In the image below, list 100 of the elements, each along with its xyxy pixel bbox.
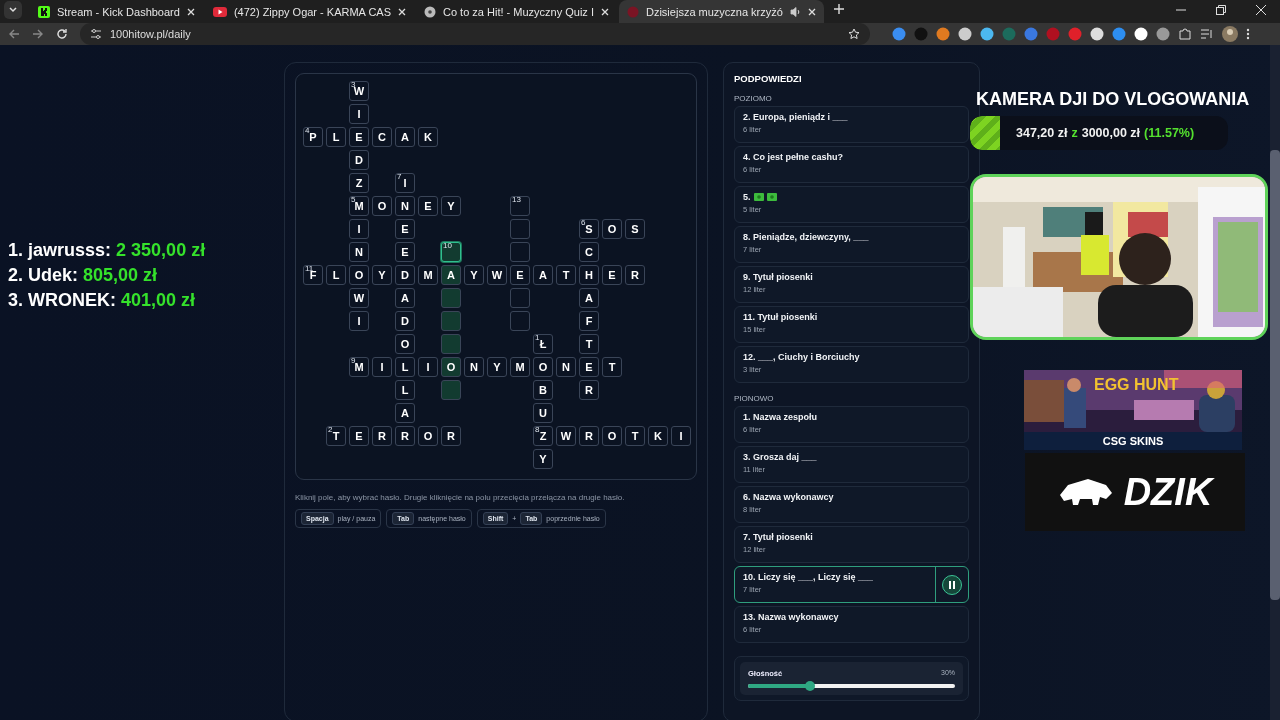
crossword-cell[interactable]: [441, 311, 461, 331]
crossword-cell[interactable]: Y: [441, 196, 461, 216]
playlist-icon: [1200, 28, 1214, 40]
crossword-cell[interactable]: O: [349, 265, 369, 285]
crossword-cell[interactable]: [510, 242, 530, 262]
crossword-cell[interactable]: [441, 380, 461, 400]
crossword-cell[interactable]: I: [349, 311, 369, 331]
crossword-cell[interactable]: E: [602, 265, 622, 285]
crossword-cell[interactable]: R: [579, 380, 599, 400]
crossword-cell[interactable]: O: [602, 219, 622, 239]
crossword-cell[interactable]: [441, 288, 461, 308]
crossword-cell[interactable]: L: [326, 127, 346, 147]
crossword-cell[interactable]: [510, 288, 530, 308]
crossword-cell[interactable]: L: [326, 265, 346, 285]
crossword-cell[interactable]: I: [349, 104, 369, 124]
crossword-cell[interactable]: T: [602, 357, 622, 377]
crossword-cell[interactable]: [510, 311, 530, 331]
banknote-icon: [766, 193, 777, 201]
crossword-cell[interactable]: T: [556, 265, 576, 285]
browser-tab[interactable]: Co to za Hit! - Muzyczny Quiz I: [416, 0, 617, 23]
crossword-cell[interactable]: A: [395, 127, 415, 147]
crossword-cell[interactable]: O: [602, 426, 622, 446]
crossword-cell[interactable]: E: [395, 242, 415, 262]
crossword-cell[interactable]: A: [395, 288, 415, 308]
crossword-cell[interactable]: L: [395, 357, 415, 377]
crossword-cell[interactable]: R: [579, 426, 599, 446]
crossword-cell[interactable]: R: [625, 265, 645, 285]
site-settings-icon: [90, 28, 102, 40]
crossword-cell[interactable]: O: [395, 334, 415, 354]
slider-thumb[interactable]: [805, 681, 816, 691]
crossword-cell[interactable]: R: [441, 426, 461, 446]
crossword-cell[interactable]: S: [625, 219, 645, 239]
crossword-cell[interactable]: E: [510, 265, 530, 285]
crossword-cell[interactable]: O: [372, 196, 392, 216]
crossword-cell[interactable]: Y: [487, 357, 507, 377]
crossword-cell[interactable]: D: [395, 265, 415, 285]
crossword-cell[interactable]: C: [372, 127, 392, 147]
crossword-cell[interactable]: Y: [372, 265, 392, 285]
crossword-cell[interactable]: A: [579, 288, 599, 308]
crossword-cell[interactable]: H: [579, 265, 599, 285]
close-icon: [807, 7, 816, 16]
crossword-cell[interactable]: I: [418, 357, 438, 377]
extension-icon: [1156, 27, 1170, 41]
crossword-cell[interactable]: 11F: [303, 265, 323, 285]
crossword-cell[interactable]: Y: [464, 265, 484, 285]
browser-tab[interactable]: Dzisiejsza muzyczna krzyżó: [619, 0, 824, 23]
crossword-cell[interactable]: 13: [510, 196, 530, 216]
restore-icon: [1216, 5, 1226, 15]
extension-icon: [1068, 27, 1082, 41]
crossword-cell[interactable]: Y: [533, 449, 553, 469]
crossword-cell[interactable]: M: [418, 265, 438, 285]
crossword-cell[interactable]: F: [579, 311, 599, 331]
crossword-cell[interactable]: E: [418, 196, 438, 216]
address-bar[interactable]: 100hitow.pl/daily: [80, 23, 870, 45]
crossword-cell[interactable]: K: [648, 426, 668, 446]
crossword-cell[interactable]: N: [556, 357, 576, 377]
crossword-cell[interactable]: D: [395, 311, 415, 331]
crossword-cell[interactable]: R: [395, 426, 415, 446]
crossword-cell[interactable]: I: [372, 357, 392, 377]
crossword-cell[interactable]: W: [487, 265, 507, 285]
crossword-cell[interactable]: O: [441, 357, 461, 377]
crossword-cell[interactable]: B: [533, 380, 553, 400]
crossword-cell[interactable]: E: [349, 426, 369, 446]
crossword-cell[interactable]: D: [349, 150, 369, 170]
crossword-cell[interactable]: Z: [349, 173, 369, 193]
crossword-cell[interactable]: N: [395, 196, 415, 216]
crossword-cell[interactable]: [510, 219, 530, 239]
crossword-cell[interactable]: I: [349, 219, 369, 239]
crossword-cell[interactable]: A: [395, 403, 415, 423]
crossword-cell[interactable]: N: [464, 357, 484, 377]
crossword-cell[interactable]: 10: [441, 242, 461, 262]
crossword-cell[interactable]: M: [510, 357, 530, 377]
crossword-cell[interactable]: W: [556, 426, 576, 446]
scrollbar-thumb[interactable]: [1270, 150, 1280, 600]
crossword-cell[interactable]: T: [579, 334, 599, 354]
tab-search-button[interactable]: [4, 1, 22, 19]
crossword-cell[interactable]: E: [395, 219, 415, 239]
crossword-cell[interactable]: K: [418, 127, 438, 147]
crossword-cell[interactable]: [441, 334, 461, 354]
crossword-cell[interactable]: U: [533, 403, 553, 423]
crossword-cell[interactable]: O: [533, 357, 553, 377]
close-icon: [1256, 5, 1266, 15]
crossword-cell[interactable]: C: [579, 242, 599, 262]
browser-tab[interactable]: Stream - Kick Dashboard: [30, 0, 203, 23]
crossword-cell[interactable]: E: [349, 127, 369, 147]
crossword-cell[interactable]: E: [579, 357, 599, 377]
clue-number: 13: [512, 196, 521, 204]
crossword-cell[interactable]: O: [418, 426, 438, 446]
crossword-cell[interactable]: N: [349, 242, 369, 262]
crossword-cell[interactable]: T: [625, 426, 645, 446]
crossword-cell[interactable]: A: [533, 265, 553, 285]
crossword-cell[interactable]: L: [395, 380, 415, 400]
crossword-cell[interactable]: I: [671, 426, 691, 446]
crossword-cell[interactable]: A: [441, 265, 461, 285]
extension-icon: [980, 27, 994, 41]
crossword-cell[interactable]: R: [372, 426, 392, 446]
crossword-cell[interactable]: W: [349, 288, 369, 308]
volume-slider[interactable]: [748, 684, 955, 688]
browser-tab[interactable]: (472) Zippy Ogar - KARMA CAS: [204, 0, 414, 23]
pause-button[interactable]: [942, 574, 962, 595]
